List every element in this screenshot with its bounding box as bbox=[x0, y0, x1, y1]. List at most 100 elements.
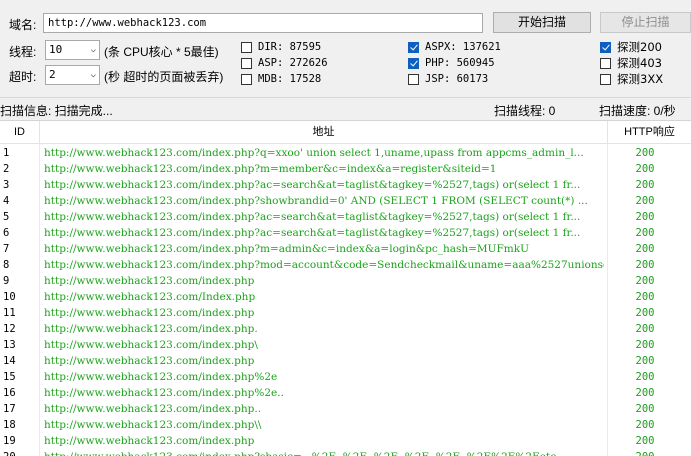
row-url: http://www.webhack123.com/index.php bbox=[44, 275, 255, 287]
row-http-code: 200 bbox=[635, 355, 655, 367]
checkbox-box[interactable] bbox=[241, 57, 252, 69]
threads-value: 10 bbox=[49, 43, 63, 56]
row-id: 5 bbox=[3, 211, 10, 223]
table-row[interactable]: 16 http://www.webhack123.com/index.php%2e… bbox=[0, 385, 691, 401]
table-row[interactable]: 1 http://www.webhack123.com/index.php?q=x… bbox=[0, 145, 691, 161]
row-http-code: 200 bbox=[635, 227, 655, 239]
checkbox-mdb-label: MDB: 17528 bbox=[258, 73, 322, 85]
row-id: 16 bbox=[3, 387, 16, 399]
table-row[interactable]: 18 http://www.webhack123.com/index.php\\ 2… bbox=[0, 417, 691, 433]
row-url: http://www.webhack123.com/Index.php bbox=[44, 291, 256, 303]
row-http-code: 200 bbox=[635, 371, 655, 383]
results-table[interactable]: ID 地址 HTTP响应 1 http://www.webhack123.com/… bbox=[0, 120, 691, 456]
checkbox-aspx[interactable]: ASPX: 137621 bbox=[408, 39, 501, 55]
row-id: 10 bbox=[3, 291, 16, 303]
table-row[interactable]: 6 http://www.webhack123.com/index.php?ac=… bbox=[0, 225, 691, 241]
row-url: http://www.webhack123.com/index.php?q=xx… bbox=[44, 147, 584, 159]
row-id: 13 bbox=[3, 339, 16, 351]
checkbox-jsp[interactable]: JSP: 60173 bbox=[408, 71, 501, 87]
timeout-label: 超时: bbox=[9, 70, 37, 84]
row-http-code: 200 bbox=[635, 323, 655, 335]
row-http-code: 200 bbox=[635, 403, 655, 415]
row-http-code: 200 bbox=[635, 419, 655, 431]
row-url: http://www.webhack123.com/index.php bbox=[44, 307, 255, 319]
row-id: 17 bbox=[3, 403, 16, 415]
checkbox-box[interactable] bbox=[408, 73, 419, 85]
threads-select[interactable]: 10 ⌵ bbox=[45, 40, 100, 60]
checkbox-box[interactable] bbox=[600, 73, 611, 85]
table-row[interactable]: 10 http://www.webhack123.com/Index.php 200 bbox=[0, 289, 691, 305]
start-scan-button[interactable]: 开始扫描 bbox=[493, 12, 591, 33]
table-row[interactable]: 5 http://www.webhack123.com/index.php?ac=… bbox=[0, 209, 691, 225]
row-url: http://www.webhack123.com/index.php%2e bbox=[44, 371, 278, 383]
row-url: http://www.webhack123.com/index.php bbox=[44, 435, 255, 447]
row-id: 18 bbox=[3, 419, 16, 431]
table-row[interactable]: 11 http://www.webhack123.com/index.php 200 bbox=[0, 305, 691, 321]
row-url: http://www.webhack123.com/index.php?ac=s… bbox=[44, 179, 581, 191]
row-http-code: 200 bbox=[635, 195, 655, 207]
table-row[interactable]: 2 http://www.webhack123.com/index.php?m=m… bbox=[0, 161, 691, 177]
table-row[interactable]: 14 http://www.webhack123.com/index.php 200 bbox=[0, 353, 691, 369]
table-row[interactable]: 3 http://www.webhack123.com/index.php?ac=… bbox=[0, 177, 691, 193]
row-url: http://www.webhack123.com/index.php?m=ad… bbox=[44, 243, 529, 255]
checkbox-jsp-label: JSP: 60173 bbox=[425, 73, 489, 85]
timeout-select[interactable]: 2 ⌵ bbox=[45, 65, 100, 85]
row-http-code: 200 bbox=[635, 275, 655, 287]
row-url: http://www.webhack123.com/index.php bbox=[44, 355, 255, 367]
row-id: 15 bbox=[3, 371, 16, 383]
row-id: 2 bbox=[3, 163, 10, 175]
table-row[interactable]: 12 http://www.webhack123.com/index.php. 20… bbox=[0, 321, 691, 337]
checkbox-probe-3xx[interactable]: 探测3XX bbox=[600, 71, 663, 87]
checkbox-box-checked[interactable] bbox=[408, 57, 419, 69]
row-url: http://www.webhack123.com/index.php?show… bbox=[44, 195, 588, 207]
table-row[interactable]: 9 http://www.webhack123.com/index.php 200 bbox=[0, 273, 691, 289]
row-url: http://www.webhack123.com/index.php?ac=s… bbox=[44, 211, 581, 223]
row-id: 11 bbox=[3, 307, 16, 319]
row-id: 12 bbox=[3, 323, 16, 335]
row-url: http://www.webhack123.com/index.php%2e.. bbox=[44, 387, 284, 399]
checkbox-box-checked[interactable] bbox=[408, 41, 419, 53]
checkbox-php[interactable]: PHP: 560945 bbox=[408, 55, 501, 71]
checkbox-box[interactable] bbox=[241, 41, 252, 53]
table-header: ID 地址 HTTP响应 bbox=[0, 121, 691, 144]
stop-scan-button[interactable]: 停止扫描 bbox=[600, 12, 691, 33]
table-row[interactable]: 13 http://www.webhack123.com/index.php\ 20… bbox=[0, 337, 691, 353]
status-bar: 扫描信息: 扫描完成... 扫描线程: 0 扫描速度: 0/秒 bbox=[0, 97, 691, 120]
row-http-code: 200 bbox=[635, 435, 655, 447]
domain-label: 域名: bbox=[9, 18, 37, 32]
row-id: 1 bbox=[3, 147, 10, 159]
row-http-code: 200 bbox=[635, 387, 655, 399]
checkbox-box-checked[interactable] bbox=[600, 41, 611, 53]
checkbox-mdb[interactable]: MDB: 17528 bbox=[241, 71, 328, 87]
scan-threads: 扫描线程: 0 bbox=[494, 104, 556, 118]
row-url: http://www.webhack123.com/index.php.. bbox=[44, 403, 262, 415]
row-http-code: 200 bbox=[635, 163, 655, 175]
row-http-code: 200 bbox=[635, 307, 655, 319]
column-header-http[interactable]: HTTP响应 bbox=[608, 121, 691, 143]
table-row[interactable]: 7 http://www.webhack123.com/index.php?m=a… bbox=[0, 241, 691, 257]
table-row[interactable]: 15 http://www.webhack123.com/index.php%2e… bbox=[0, 369, 691, 385]
row-http-code: 200 bbox=[635, 291, 655, 303]
column-header-url[interactable]: 地址 bbox=[40, 121, 608, 143]
column-header-id[interactable]: ID bbox=[0, 121, 40, 143]
table-row[interactable]: 17 http://www.webhack123.com/index.php.. 2… bbox=[0, 401, 691, 417]
row-id: 3 bbox=[3, 179, 10, 191]
checkbox-probe-200[interactable]: 探测200 bbox=[600, 39, 663, 55]
row-url: http://www.webhack123.com/index.php?m=me… bbox=[44, 163, 497, 175]
domain-input[interactable]: http://www.webhack123.com bbox=[43, 13, 483, 33]
row-url: http://www.webhack123.com/index.php?mod=… bbox=[44, 259, 604, 271]
checkbox-asp[interactable]: ASP: 272626 bbox=[241, 55, 328, 71]
row-id: 4 bbox=[3, 195, 10, 207]
checkbox-aspx-label: ASPX: 137621 bbox=[425, 41, 501, 53]
table-row[interactable]: 19 http://www.webhack123.com/index.php 200 bbox=[0, 433, 691, 449]
row-http-code: 200 bbox=[635, 211, 655, 223]
row-http-code: 200 bbox=[635, 179, 655, 191]
table-row[interactable]: 8 http://www.webhack123.com/index.php?mod… bbox=[0, 257, 691, 273]
checkbox-box[interactable] bbox=[600, 57, 611, 69]
checkbox-box[interactable] bbox=[241, 73, 252, 85]
table-row[interactable]: 4 http://www.webhack123.com/index.php?sho… bbox=[0, 193, 691, 209]
row-url: http://www.webhack123.com/index.php\\ bbox=[44, 419, 262, 431]
checkbox-probe-403[interactable]: 探测403 bbox=[600, 55, 663, 71]
row-id: 19 bbox=[3, 435, 16, 447]
checkbox-dir[interactable]: DIR: 87595 bbox=[241, 39, 328, 55]
